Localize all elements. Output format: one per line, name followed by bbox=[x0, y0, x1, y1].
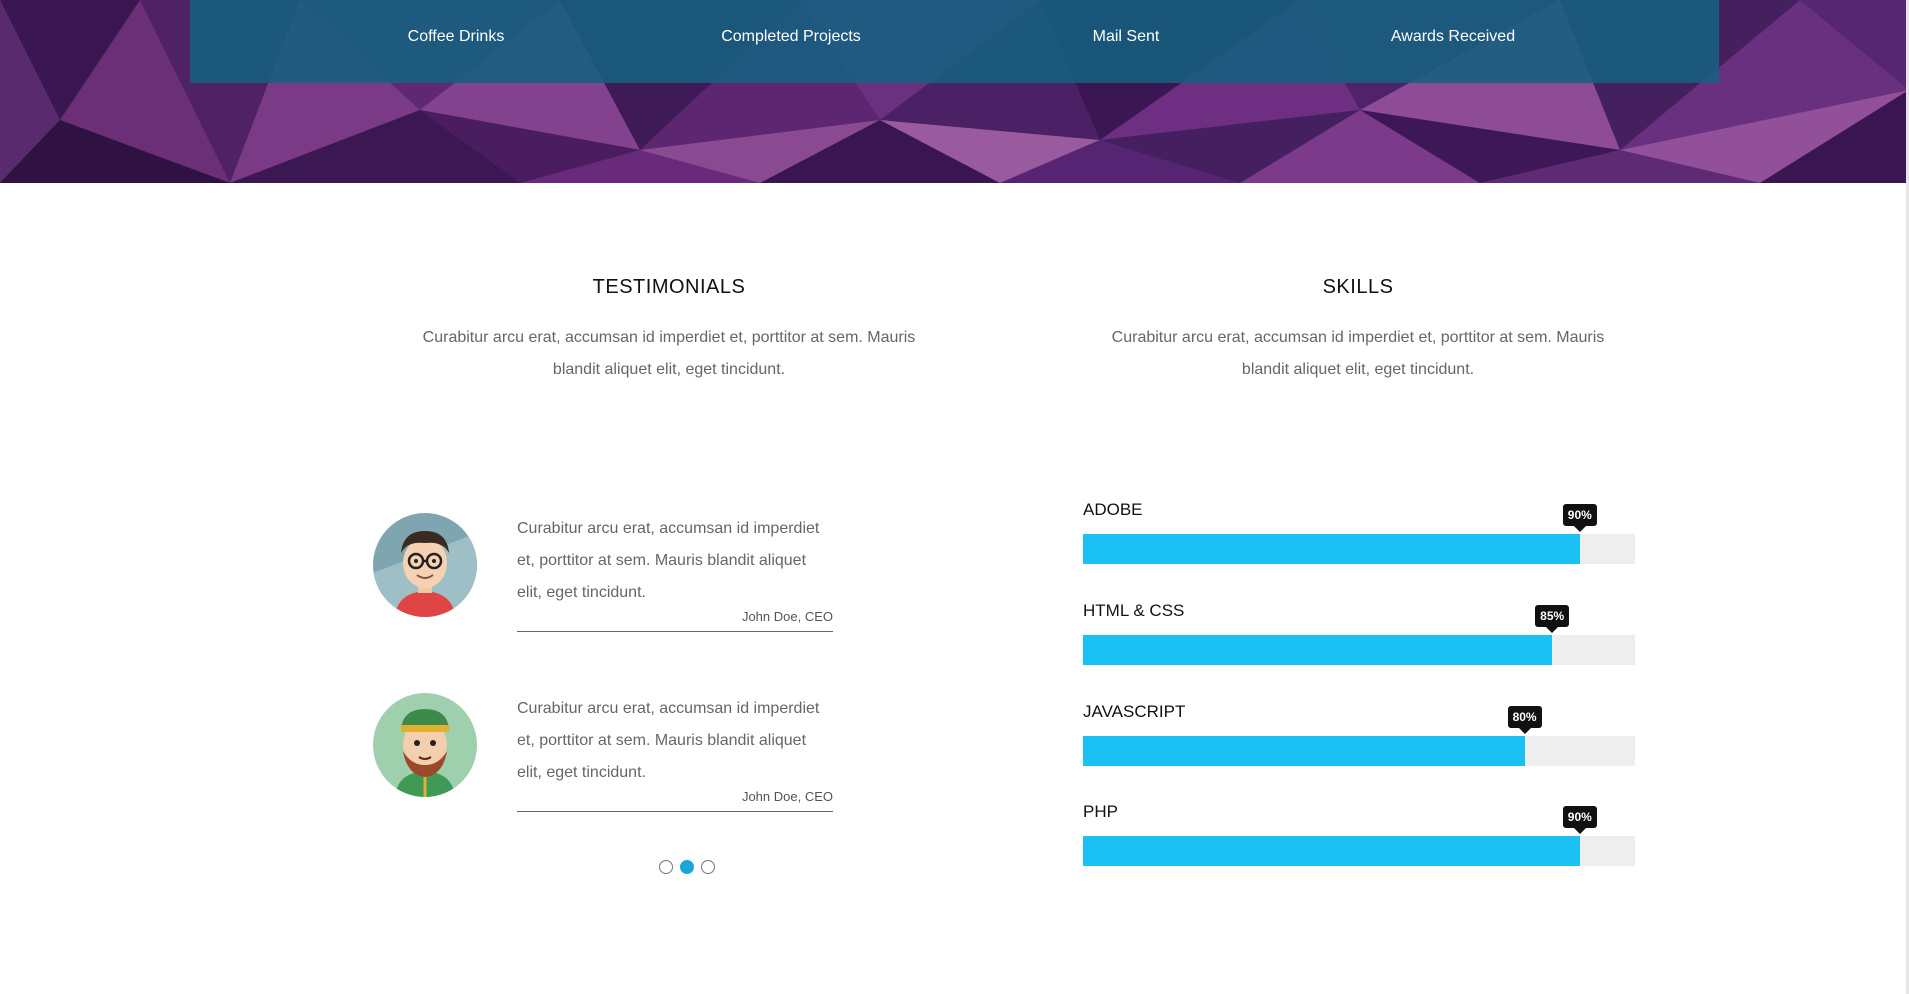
avatar-glasses-man-icon bbox=[373, 513, 477, 617]
testimonial-author: John Doe, CEO bbox=[741, 609, 833, 624]
testimonials-title: TESTIMONIALS bbox=[592, 276, 746, 298]
testimonial-divider bbox=[517, 811, 833, 812]
skill-label: ADOBE bbox=[1083, 500, 1143, 519]
skill-label: JAVASCRIPT bbox=[1083, 702, 1186, 721]
stats-bar: Coffee Drinks Completed Projects Mail Se… bbox=[190, 0, 1719, 83]
skill-progress-track bbox=[1083, 534, 1635, 564]
testimonials-description: Curabitur arcu erat, accumsan id imperdi… bbox=[422, 329, 916, 378]
skill-progress-track bbox=[1083, 736, 1635, 766]
stat-mail-sent: Mail Sent bbox=[1092, 28, 1160, 45]
skill-progress-fill bbox=[1083, 836, 1580, 866]
pagination-dot[interactable] bbox=[659, 860, 673, 874]
skill-progress-track bbox=[1083, 635, 1635, 665]
skill-progress-fill bbox=[1083, 635, 1553, 665]
pagination-dot-active[interactable] bbox=[680, 860, 694, 874]
skill-progress-fill bbox=[1083, 534, 1580, 564]
stat-coffee-drinks: Coffee Drinks bbox=[407, 28, 505, 45]
skill-percent-badge: 85% bbox=[1535, 605, 1570, 633]
skill-label: PHP bbox=[1083, 802, 1118, 821]
stat-completed-projects: Completed Projects bbox=[721, 28, 861, 45]
skill-label: HTML & CSS bbox=[1083, 601, 1185, 620]
skill-percent-badge: 90% bbox=[1562, 504, 1597, 532]
testimonial-author: John Doe, CEO bbox=[741, 789, 833, 804]
skill-percent-badge: 90% bbox=[1562, 806, 1597, 834]
skill-progress-track bbox=[1083, 836, 1635, 866]
avatar-bearded-man-icon bbox=[373, 693, 477, 797]
testimonial-quote: Curabitur arcu erat, accumsan id imperdi… bbox=[517, 520, 820, 601]
skills-description: Curabitur arcu erat, accumsan id imperdi… bbox=[1111, 329, 1605, 378]
skill-progress-fill bbox=[1083, 736, 1525, 766]
stat-awards-received: Awards Received bbox=[1390, 28, 1516, 45]
skill-percent-badge: 80% bbox=[1507, 706, 1542, 734]
pagination-dot[interactable] bbox=[701, 860, 715, 874]
skills-title: SKILLS bbox=[1322, 276, 1394, 298]
testimonial-divider bbox=[517, 631, 833, 632]
testimonial-quote: Curabitur arcu erat, accumsan id imperdi… bbox=[517, 700, 820, 781]
